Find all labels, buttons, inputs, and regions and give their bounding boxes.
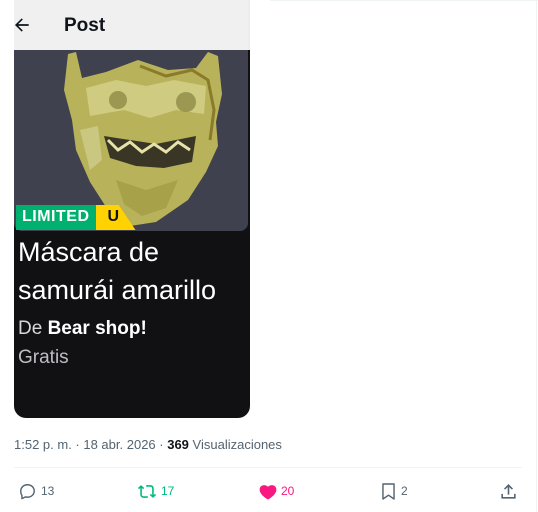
repost-button[interactable]: 17 (137, 480, 174, 502)
post-timestamp[interactable]: 1:52 p. m. · 18 abr. 2026 · (14, 437, 164, 452)
divider (14, 467, 522, 468)
unique-tag: U (95, 205, 136, 230)
share-button[interactable] (499, 480, 518, 502)
top-border (270, 0, 538, 1)
reply-button[interactable]: 13 (18, 480, 54, 502)
limited-label: LIMITED (16, 205, 96, 230)
bookmark-icon (382, 482, 395, 500)
column-border (536, 0, 537, 512)
bookmark-button[interactable]: 2 (380, 480, 408, 502)
reply-icon (20, 483, 35, 499)
item-price: Gratis (18, 347, 69, 368)
post-meta: 1:52 p. m. · 18 abr. 2026 · 369 Visualiz… (14, 437, 282, 452)
post-header: Post (0, 0, 270, 50)
like-count: 20 (281, 484, 295, 498)
arrow-left-icon (15, 18, 29, 32)
back-button[interactable] (6, 9, 38, 41)
reply-count: 13 (41, 484, 55, 498)
creator-prefix: De (18, 318, 43, 339)
like-button[interactable]: 20 (259, 480, 294, 502)
item-card[interactable]: LIMITED U Máscara de samurái amarillo De… (14, 0, 250, 418)
views-label: Visualizaciones (192, 437, 282, 452)
repost-count: 17 (161, 484, 175, 498)
bookmark-count: 2 (401, 484, 408, 498)
limited-badge: LIMITED U (16, 205, 136, 230)
creator-line: De Bear shop! (18, 318, 147, 340)
views-count: 369 (167, 437, 189, 452)
repost-icon (137, 484, 157, 498)
page-title: Post (64, 15, 106, 36)
samurai-mask-icon (64, 52, 222, 226)
item-title: Máscara de samurái amarillo (18, 237, 217, 305)
heart-icon (259, 484, 277, 499)
share-icon (501, 483, 516, 499)
creator-name: Bear shop! (47, 318, 147, 339)
